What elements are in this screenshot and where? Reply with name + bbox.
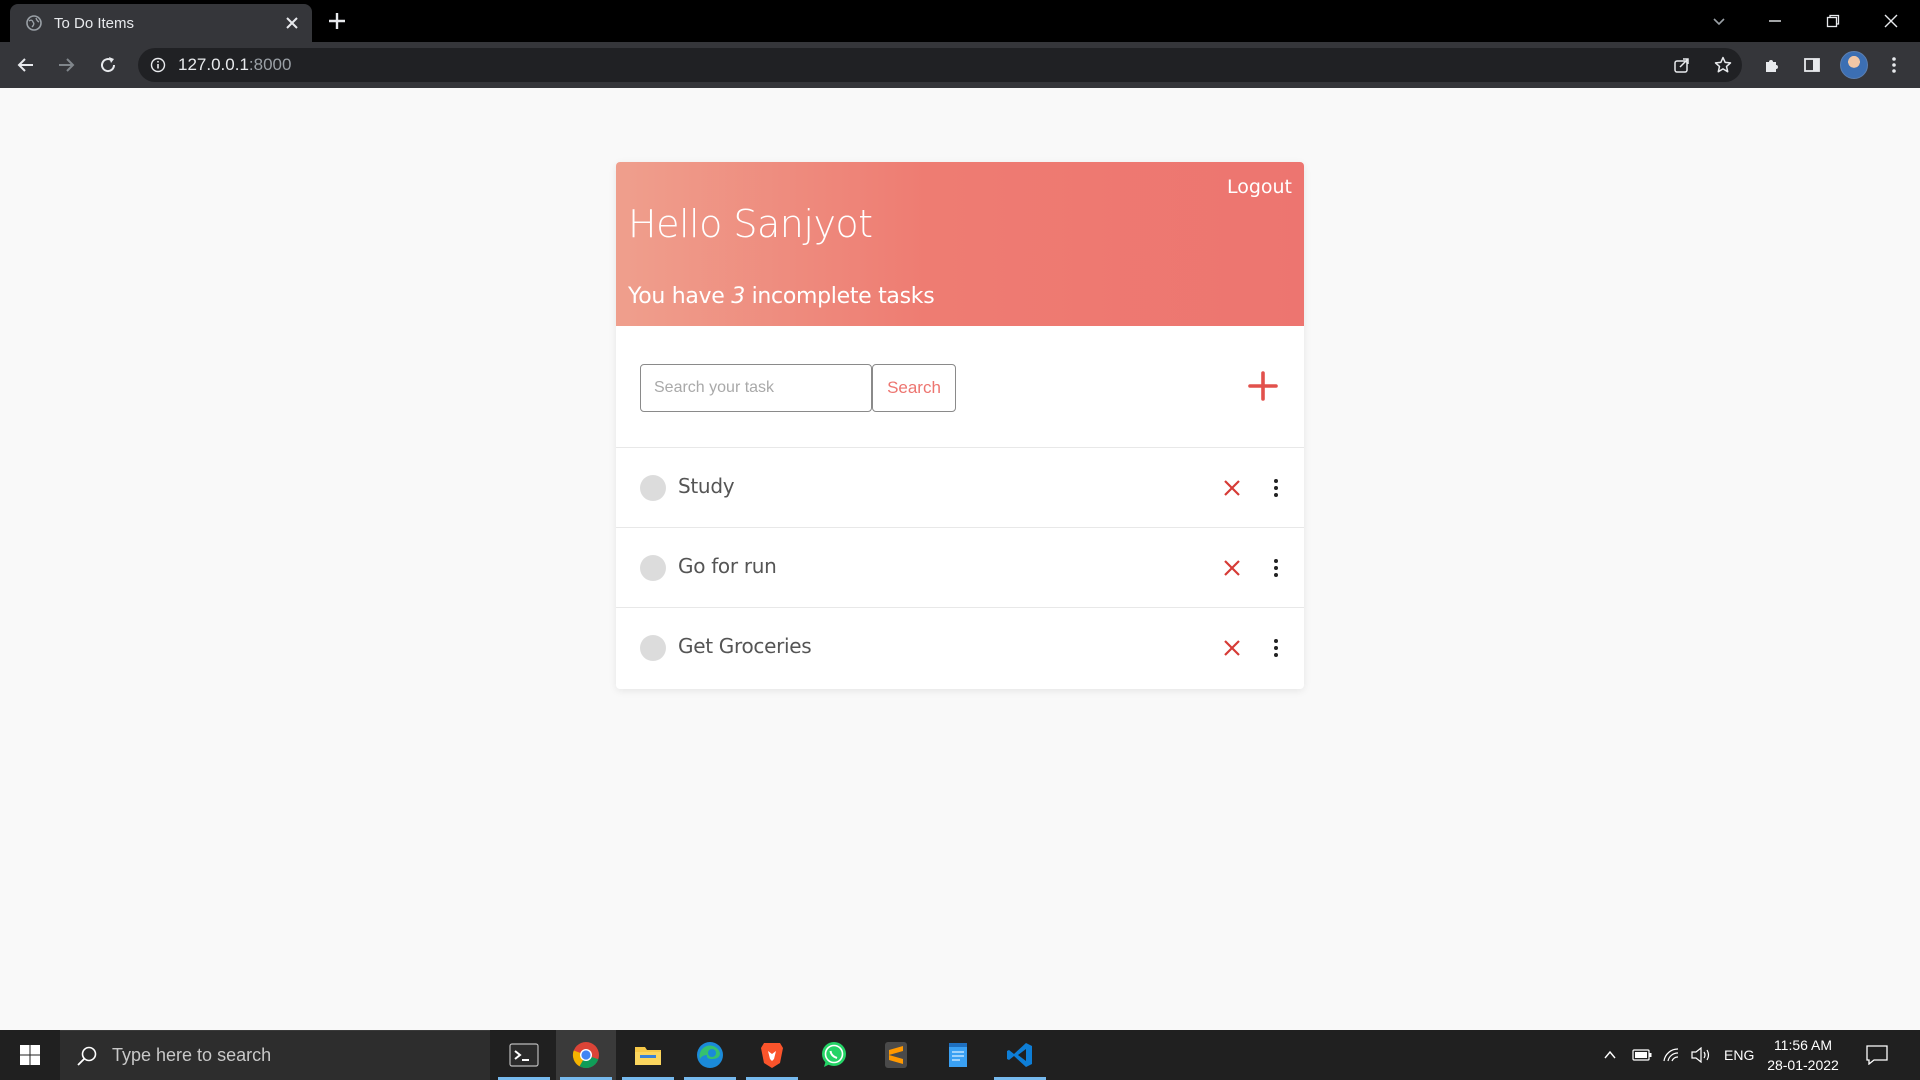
wifi-icon[interactable] <box>1662 1030 1682 1080</box>
more-options-icon[interactable] <box>1272 476 1280 500</box>
reload-icon <box>101 57 116 73</box>
battery-icon[interactable] <box>1632 1030 1652 1080</box>
task-complete-toggle[interactable] <box>640 635 666 661</box>
file-explorer-icon[interactable] <box>618 1030 678 1080</box>
notifications-icon[interactable] <box>1866 1030 1888 1080</box>
browser-tab-strip: To Do Items <box>0 0 1920 42</box>
url-host: 127.0.0.1 <box>178 55 249 74</box>
back-button[interactable] <box>14 53 38 77</box>
close-window-icon[interactable] <box>1878 8 1904 34</box>
start-button[interactable] <box>0 1030 60 1080</box>
browser-tab[interactable]: To Do Items <box>10 4 312 42</box>
url-port: :8000 <box>248 55 292 74</box>
task-label: Go for run <box>678 554 777 578</box>
greeting-title: Hello Sanjyot <box>628 202 873 246</box>
show-hidden-icons-chevron[interactable] <box>1602 1030 1618 1080</box>
page-viewport: Logout Hello Sanjyot You have 3 incomple… <box>0 88 1920 1030</box>
incomplete-summary: You have 3 incomplete tasks <box>628 284 935 309</box>
incomplete-prefix: You have <box>628 284 732 309</box>
taskbar-search-box[interactable]: Type here to search <box>60 1030 490 1080</box>
browser-menu-icon[interactable] <box>1882 53 1906 77</box>
address-bar[interactable]: 127.0.0.1:8000 <box>138 48 1742 82</box>
brave-icon[interactable] <box>742 1030 802 1080</box>
task-item: Get Groceries <box>616 608 1304 688</box>
arrow-left-icon <box>17 58 33 72</box>
delete-task-icon[interactable] <box>1222 638 1242 658</box>
todo-card: Logout Hello Sanjyot You have 3 incomple… <box>616 162 1304 689</box>
volume-icon[interactable] <box>1690 1030 1712 1080</box>
language-indicator[interactable]: ENG <box>1724 1030 1754 1080</box>
todo-header: Logout Hello Sanjyot You have 3 incomple… <box>616 162 1304 326</box>
whatsapp-icon[interactable] <box>804 1030 864 1080</box>
taskbar-search-placeholder: Type here to search <box>112 1045 272 1065</box>
task-complete-toggle[interactable] <box>640 555 666 581</box>
minimize-icon[interactable] <box>1762 8 1788 34</box>
task-item: Go for run <box>616 528 1304 608</box>
plus-icon <box>1248 371 1278 401</box>
windows-logo-icon <box>20 1045 40 1065</box>
extensions-icon[interactable] <box>1760 53 1784 77</box>
task-list: Study Go for run Get Groceries <box>616 448 1304 688</box>
incomplete-count: 3 <box>731 284 745 309</box>
globe-icon <box>26 15 42 31</box>
task-item: Study <box>616 448 1304 528</box>
reload-button[interactable] <box>96 53 120 77</box>
close-tab-icon[interactable] <box>284 15 300 31</box>
tab-search-icon[interactable] <box>1706 8 1732 34</box>
search-button[interactable]: Search <box>872 364 956 412</box>
delete-task-icon[interactable] <box>1222 558 1242 578</box>
search-icon <box>77 1046 97 1066</box>
windows-taskbar: Type here to search ENG 11:56 AM 28-01-2… <box>0 1030 1920 1080</box>
restore-icon[interactable] <box>1820 8 1846 34</box>
vscode-icon[interactable] <box>990 1030 1050 1080</box>
taskbar-clock[interactable]: 11:56 AM 28-01-2022 <box>1760 1035 1846 1075</box>
delete-task-icon[interactable] <box>1222 478 1242 498</box>
more-options-icon[interactable] <box>1272 556 1280 580</box>
terminal-icon[interactable] <box>494 1030 554 1080</box>
info-icon[interactable] <box>150 57 166 73</box>
task-label: Study <box>678 474 735 498</box>
task-label: Get Groceries <box>678 634 812 658</box>
search-row: Search <box>616 326 1304 448</box>
tab-title: To Do Items <box>54 14 135 32</box>
task-complete-toggle[interactable] <box>640 475 666 501</box>
incomplete-suffix: incomplete tasks <box>744 284 935 309</box>
share-icon[interactable] <box>1670 53 1694 77</box>
clock-date: 28-01-2022 <box>1767 1057 1839 1073</box>
chrome-icon[interactable] <box>556 1030 616 1080</box>
browser-toolbar: 127.0.0.1:8000 <box>0 42 1920 88</box>
new-tab-icon[interactable] <box>326 10 348 32</box>
logout-link[interactable]: Logout <box>1227 176 1292 198</box>
clock-time: 11:56 AM <box>1773 1037 1833 1053</box>
more-options-icon[interactable] <box>1272 636 1280 660</box>
side-panel-icon[interactable] <box>1800 53 1824 77</box>
bookmark-star-icon[interactable] <box>1711 53 1735 77</box>
search-input[interactable] <box>640 364 872 412</box>
notepad-icon[interactable] <box>928 1030 988 1080</box>
profile-avatar[interactable] <box>1840 51 1868 79</box>
add-task-button[interactable] <box>1246 369 1280 403</box>
sublime-text-icon[interactable] <box>866 1030 926 1080</box>
forward-button[interactable] <box>54 53 78 77</box>
url-text: 127.0.0.1:8000 <box>178 55 291 75</box>
arrow-right-icon <box>59 58 75 72</box>
edge-icon[interactable] <box>680 1030 740 1080</box>
